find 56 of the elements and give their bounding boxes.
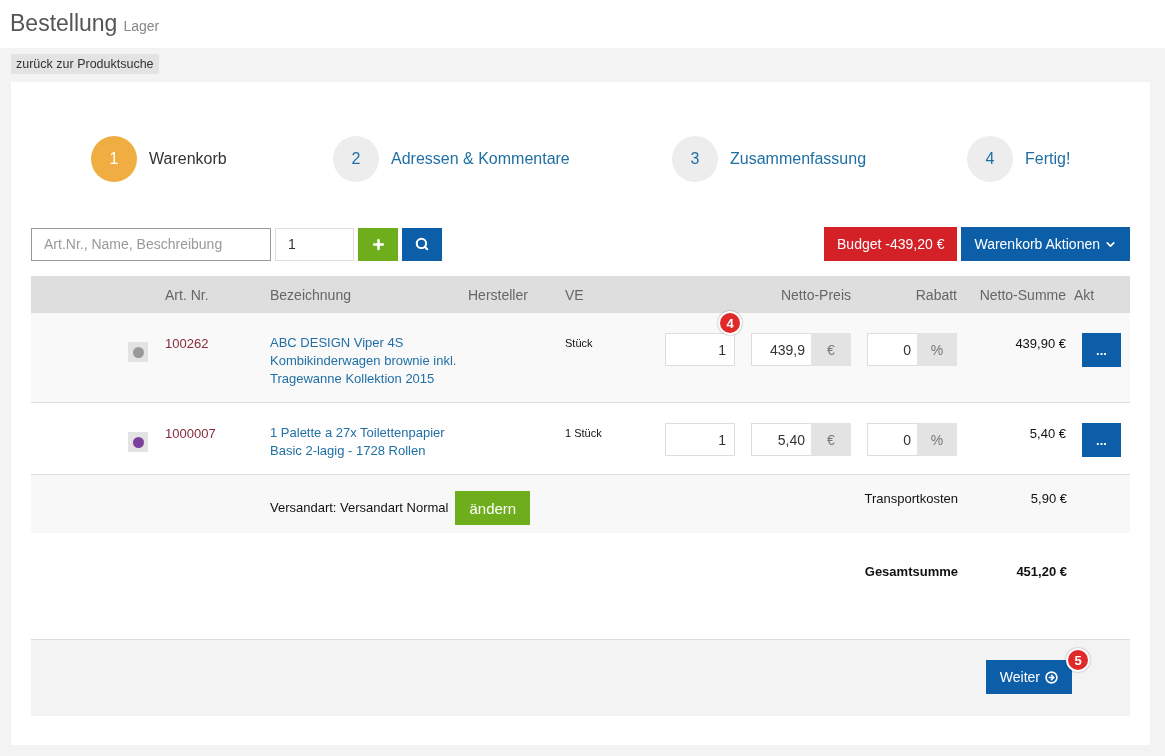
column-header: Bezeichnung (270, 286, 352, 303)
step-label[interactable]: Zusammenfassung (730, 150, 867, 168)
unit-text: 1 Stück (565, 427, 603, 439)
discount-field[interactable]: 0 (867, 333, 917, 366)
search-field[interactable]: Art.Nr., Name, Beschreibung (31, 227, 271, 261)
cart-actions-button[interactable]: Warenkorb Aktionen (961, 227, 1130, 261)
shipping-label: Transportkosten (863, 491, 959, 506)
step-number: 4 (967, 136, 1013, 182)
article-number: 100262 (165, 336, 210, 351)
plus-icon (370, 236, 386, 252)
net-sum: 439,90 € (1014, 336, 1067, 351)
total-value: 451,20 € (1015, 564, 1068, 581)
column-header: Art. Nr. (165, 286, 210, 303)
step-number: 2 (333, 136, 379, 182)
shipping-cost: 5,90 € (1029, 491, 1068, 506)
step-marker: 4 (718, 311, 742, 335)
continue-button[interactable]: Weiter (985, 660, 1072, 694)
product-link[interactable]: ABC DESIGN Viper 4S Kombikinderwagen brownie inkl. Tragewanne Kollektion 2015 (270, 334, 468, 388)
add-button[interactable] (358, 227, 398, 261)
column-header: VE (565, 286, 585, 303)
arrow-circle-icon (1045, 670, 1058, 684)
quantity-field[interactable]: 1 (275, 227, 354, 261)
unit-text: Stück (565, 337, 594, 349)
page-title: Bestellung (10, 10, 118, 37)
percent-addon: % (917, 333, 957, 366)
shipping-method: Versandart: Versandart Normal (270, 500, 449, 515)
column-header: Rabatt (914, 286, 958, 303)
step-label[interactable]: Adressen & Kommentare (391, 150, 570, 168)
quantity-field[interactable]: 1 (665, 333, 735, 366)
currency-addon: € (811, 333, 851, 366)
column-header: Hersteller (468, 286, 529, 303)
step-label[interactable]: Warenkorb (149, 150, 227, 168)
article-number: 1000007 (165, 426, 217, 441)
percent-addon: % (917, 423, 957, 456)
quantity-field[interactable]: 1 (665, 423, 735, 456)
back-link[interactable]: zurück zur Produktsuche (11, 54, 159, 74)
step-label[interactable]: Fertig! (1025, 150, 1071, 168)
search-icon (415, 237, 429, 251)
price-field[interactable]: 5,40 (751, 423, 811, 456)
price-field[interactable]: 439,9 (751, 333, 811, 366)
budget-button[interactable]: Budget -439,20 € (824, 227, 958, 261)
total-label: Gesamtsumme (863, 564, 959, 581)
row-actions-button[interactable]: ... (1082, 333, 1121, 367)
column-header: Akt (1074, 286, 1096, 303)
step-number: 1 (91, 136, 137, 182)
step-marker: 5 (1066, 648, 1090, 672)
step-number: 3 (672, 136, 718, 182)
search-button[interactable] (402, 227, 442, 261)
discount-field[interactable]: 0 (867, 423, 917, 456)
column-header: Netto-Summe (978, 286, 1067, 303)
column-header: Netto-Preis (779, 286, 852, 303)
page-subtitle: Lager (123, 18, 160, 34)
product-link[interactable]: 1 Palette a 27x Toilettenpapier Basic 2-lagig - 1728 Rollen (270, 424, 468, 460)
row-actions-button[interactable]: ... (1082, 423, 1121, 457)
net-sum: 5,40 € (1028, 426, 1067, 441)
currency-addon: € (811, 423, 851, 456)
